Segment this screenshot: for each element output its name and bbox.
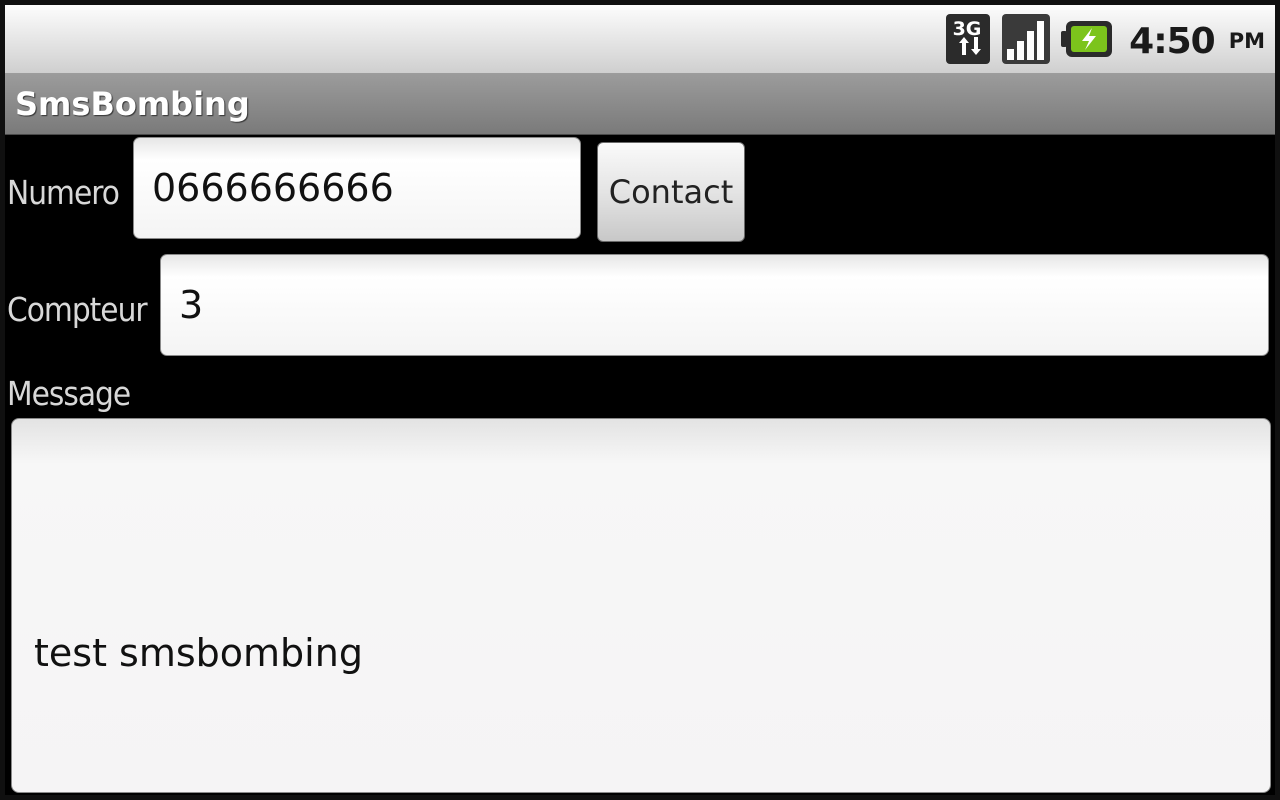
message-label: Message bbox=[7, 374, 131, 413]
contact-button[interactable]: Contact bbox=[597, 142, 745, 242]
clock-time: 4:50 bbox=[1129, 20, 1216, 62]
numero-label: Numero bbox=[7, 173, 120, 212]
battery-charging-icon bbox=[1061, 19, 1113, 63]
message-textarea[interactable]: test smsbombing bbox=[11, 418, 1271, 793]
clock-ampm: PM bbox=[1228, 29, 1265, 53]
compteur-input[interactable]: 3 bbox=[160, 254, 1269, 356]
numero-input[interactable]: 0666666666 bbox=[133, 137, 581, 239]
compteur-label: Compteur bbox=[7, 290, 148, 329]
device-screen: 3G 4:50 PM SmsBombing Numero 0666666666 … bbox=[0, 0, 1280, 800]
3g-label: 3G bbox=[953, 18, 982, 40]
signal-strength-icon bbox=[1001, 13, 1051, 69]
status-icons: 3G 4:50 PM bbox=[945, 13, 1265, 69]
status-bar: 3G 4:50 PM bbox=[5, 5, 1275, 73]
3g-data-icon: 3G bbox=[945, 13, 991, 69]
message-text: test smsbombing bbox=[34, 631, 363, 675]
app-title-bar: SmsBombing bbox=[5, 73, 1275, 135]
app-title: SmsBombing bbox=[15, 85, 250, 123]
